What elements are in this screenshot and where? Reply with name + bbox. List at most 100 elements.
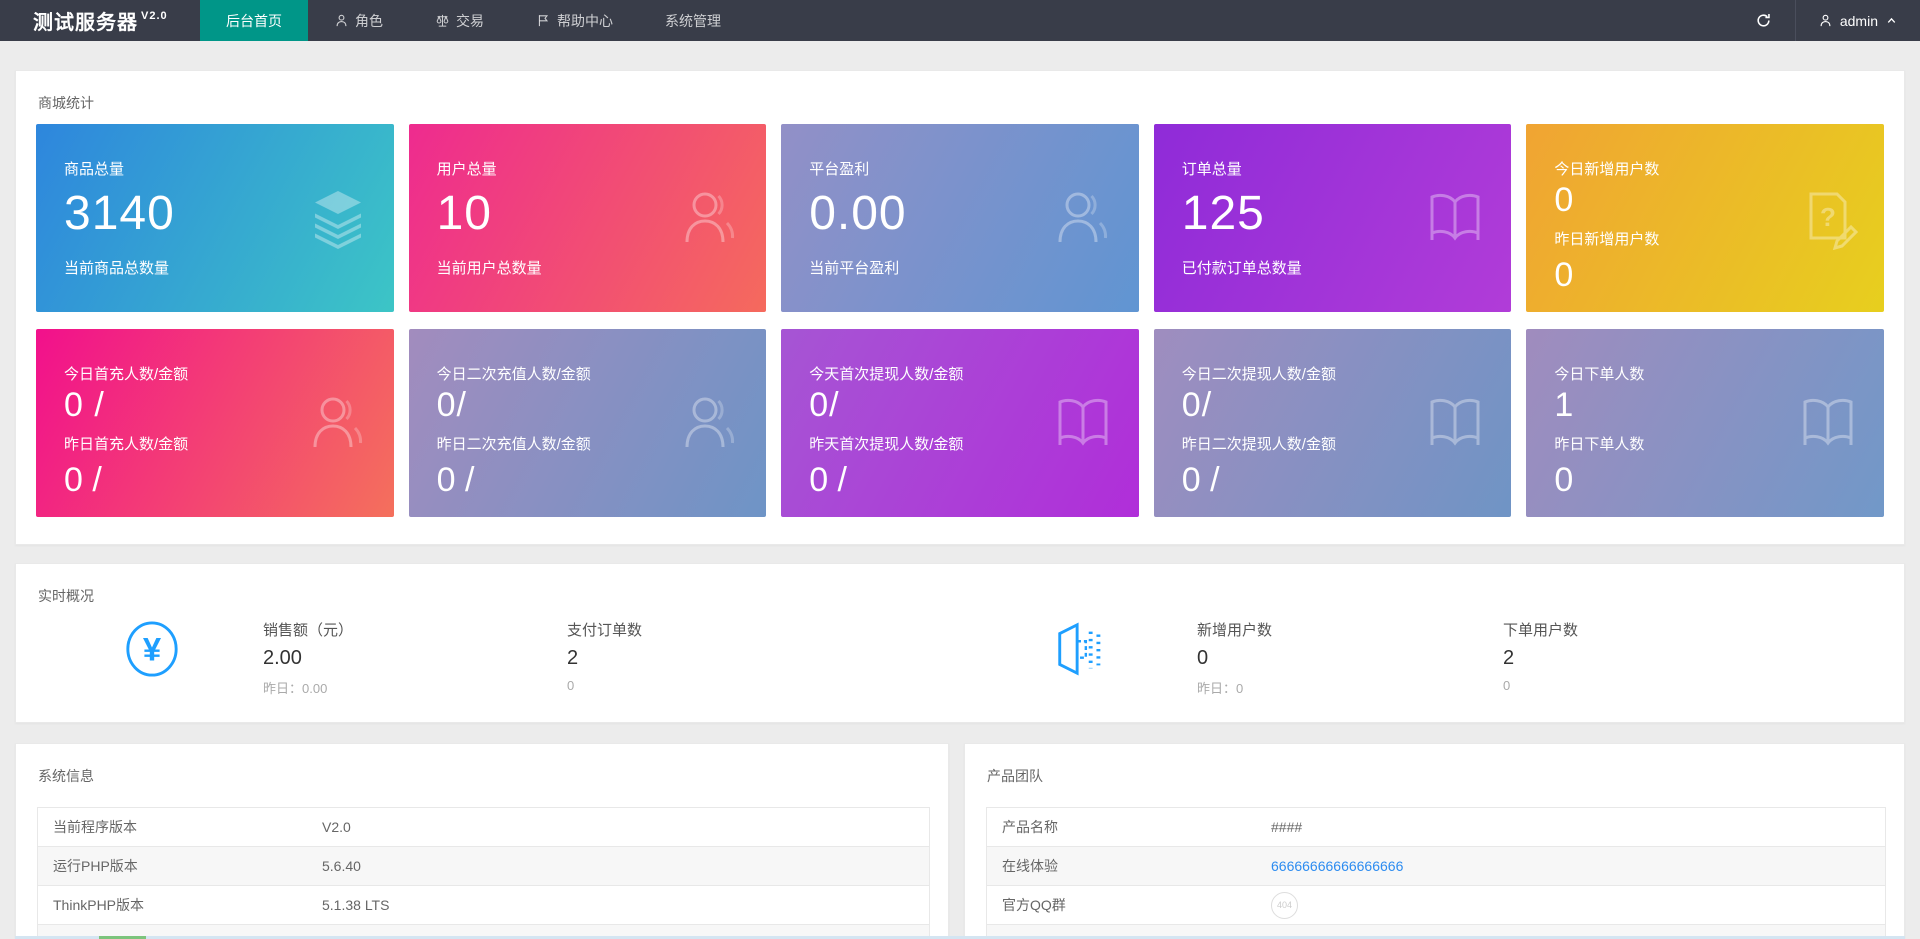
tab-label: 后台首页	[226, 11, 282, 31]
tab-system-settings[interactable]: 系统管理	[639, 0, 747, 41]
book-icon	[1051, 391, 1115, 455]
card-value: 0/	[809, 386, 839, 425]
row-value: ####	[1271, 819, 1885, 835]
card-value: 1	[1554, 386, 1574, 425]
row-label: 官方QQ群	[987, 895, 1271, 915]
doc-question-icon: ?	[1796, 186, 1860, 250]
metric-sub: 昨日：0	[1197, 678, 1272, 697]
metric-label: 支付订单数	[567, 619, 642, 640]
user-menu[interactable]: admin	[1796, 0, 1920, 41]
card-label: 今天首次提现人数/金额	[809, 363, 963, 384]
card-label: 今日首充人数/金额	[64, 363, 188, 384]
table-row: 官方QQ群 404	[987, 886, 1885, 925]
user-icon	[1051, 186, 1115, 250]
metric-value: 0	[1197, 647, 1272, 670]
row-label: 在线体验	[987, 856, 1271, 876]
product-team-table: 产品名称 #### 在线体验 66666666666666666 官方QQ群 4…	[986, 807, 1886, 939]
card-value-2: 0 /	[809, 461, 847, 500]
stat-card-first-recharge: 今日首充人数/金额 0 / 昨日首充人数/金额 0 /	[36, 329, 394, 517]
brand: 测试服务器 V2.0	[0, 0, 200, 41]
tab-label: 角色	[355, 11, 383, 31]
metric-sub: 0	[1503, 678, 1578, 693]
stat-card-total-products: 商品总量 3140 当前商品总数量	[36, 124, 394, 312]
card-value: 0/	[1182, 386, 1212, 425]
system-info-table: 当前程序版本 V2.0 运行PHP版本 5.6.40 ThinkPHP版本 5.…	[37, 807, 930, 939]
panel-title: 实时概况	[38, 586, 94, 606]
user-icon	[334, 13, 349, 28]
card-label: 订单总量	[1182, 158, 1242, 179]
row-label: 当前程序版本	[38, 817, 322, 837]
card-subtitle: 当前用户总数量	[437, 257, 542, 278]
layers-icon	[306, 186, 370, 250]
building-icon	[1052, 620, 1110, 678]
row-value: 5.1.38 LTS	[322, 897, 929, 913]
user-icon	[678, 186, 742, 250]
table-row: ThinkPHP版本 5.1.38 LTS	[38, 886, 929, 925]
card-value-2: 0	[1554, 256, 1573, 295]
row-label: 产品名称	[987, 817, 1271, 837]
stat-card-second-withdraw: 今日二次提现人数/金额 0/ 昨日二次提现人数/金额 0 /	[1154, 329, 1512, 517]
book-icon	[1423, 391, 1487, 455]
card-value: 0 /	[64, 386, 105, 425]
stat-card-platform-profit: 平台盈利 0.00 当前平台盈利	[781, 124, 1139, 312]
card-label: 今日新增用户数	[1554, 158, 1659, 179]
panel-title: 系统信息	[38, 766, 94, 786]
card-subtitle: 当前平台盈利	[809, 257, 899, 278]
card-value-2: 0 /	[64, 461, 102, 500]
card-label: 用户总量	[437, 158, 497, 179]
product-team-panel: 产品团队 产品名称 #### 在线体验 66666666666666666 官方…	[964, 743, 1905, 939]
card-label-2: 昨日首充人数/金额	[64, 433, 188, 454]
row-value: 404	[1271, 892, 1885, 919]
row-value: 5.6.40	[322, 858, 929, 874]
table-row: 当前程序版本 V2.0	[38, 808, 929, 847]
brand-version: V2.0	[141, 10, 168, 22]
user-icon	[1818, 13, 1833, 28]
card-label: 商品总量	[64, 158, 124, 179]
metric-sales: 销售额（元） 2.00 昨日：0.00	[263, 619, 353, 697]
online-demo-link[interactable]: 66666666666666666	[1271, 858, 1403, 874]
tab-trade[interactable]: 交易	[409, 0, 510, 41]
svg-text:¥: ¥	[143, 631, 162, 668]
user-icon	[306, 391, 370, 455]
card-subtitle: 已付款订单总数量	[1182, 257, 1302, 278]
mall-stats-panel: 商城统计 商品总量 3140 当前商品总数量 用户总量 10 当前用户总数量 平…	[15, 70, 1905, 545]
card-label-2: 昨天首次提现人数/金额	[809, 433, 963, 454]
refresh-icon[interactable]	[1733, 0, 1795, 41]
stat-card-second-recharge: 今日二次充值人数/金额 0/ 昨日二次充值人数/金额 0 /	[409, 329, 767, 517]
table-row: 产品名称 ####	[987, 808, 1885, 847]
metric-sub: 0	[567, 678, 642, 693]
tab-roles[interactable]: 角色	[308, 0, 409, 41]
system-info-panel: 系统信息 当前程序版本 V2.0 运行PHP版本 5.6.40 ThinkPHP…	[15, 743, 949, 939]
realtime-overview-panel: 实时概况 ¥ 销售额（元） 2.00 昨日：0.00 支付订单数 2 0 新增用…	[15, 563, 1905, 723]
bottom-panels-row: 系统信息 当前程序版本 V2.0 运行PHP版本 5.6.40 ThinkPHP…	[15, 743, 1905, 939]
tab-label: 系统管理	[665, 11, 721, 31]
tab-help-center[interactable]: 帮助中心	[510, 0, 639, 41]
row-value: V2.0	[322, 819, 929, 835]
metric-value: 2.00	[263, 647, 353, 670]
main-nav: 后台首页 角色 交易 帮助中心 系统管理	[200, 0, 747, 41]
stat-card-first-withdraw: 今天首次提现人数/金额 0/ 昨天首次提现人数/金额 0 /	[781, 329, 1139, 517]
caret-up-icon	[1885, 14, 1898, 27]
metric-paid-orders: 支付订单数 2 0	[567, 619, 642, 693]
card-value: 0.00	[809, 186, 906, 241]
card-label: 今日下单人数	[1554, 363, 1644, 384]
card-label-2: 昨日二次充值人数/金额	[437, 433, 591, 454]
card-label-2: 昨日二次提现人数/金额	[1182, 433, 1336, 454]
stats-row-2: 今日首充人数/金额 0 / 昨日首充人数/金额 0 / 今日二次充值人数/金额 …	[36, 329, 1884, 517]
tab-dashboard-home[interactable]: 后台首页	[200, 0, 308, 41]
scales-icon	[435, 13, 450, 28]
card-label: 今日二次提现人数/金额	[1182, 363, 1336, 384]
card-label: 平台盈利	[809, 158, 869, 179]
panel-title: 产品团队	[987, 766, 1043, 786]
card-value: 10	[437, 186, 492, 241]
flag-icon	[536, 13, 551, 28]
metric-label: 销售额（元）	[263, 619, 353, 640]
metric-value: 2	[567, 647, 642, 670]
metric-label: 下单用户数	[1503, 619, 1578, 640]
card-value-2: 0	[1554, 461, 1573, 500]
stat-card-total-orders: 订单总量 125 已付款订单总数量	[1154, 124, 1512, 312]
tab-label: 帮助中心	[557, 11, 613, 31]
user-icon	[678, 391, 742, 455]
navbar-right: admin	[1733, 0, 1920, 41]
metric-value: 2	[1503, 647, 1578, 670]
